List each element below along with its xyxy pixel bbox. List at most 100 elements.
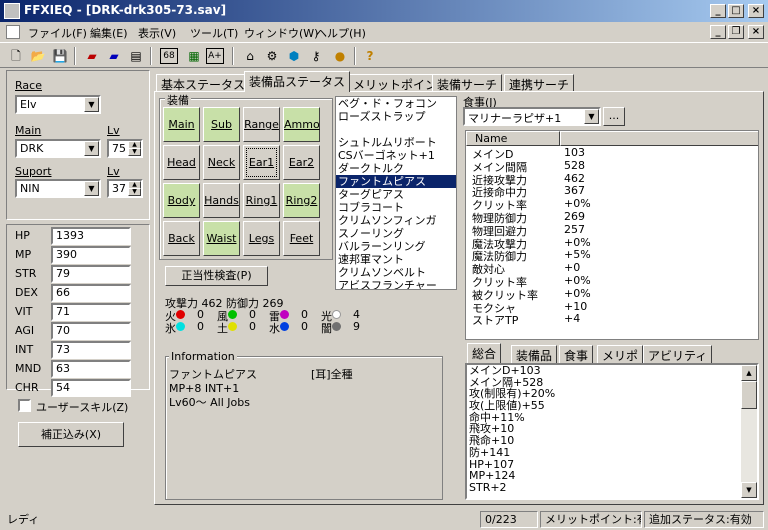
summary-text-area[interactable]: メインD+103 メイン隔+528 攻(制限有)+20% 攻(上限値)+55 命中+11… xyxy=(465,363,759,500)
calc-68-icon[interactable]: 68 xyxy=(160,48,178,64)
equipment-list-item[interactable]: ターグピアス xyxy=(336,188,456,201)
slot-ear2-button[interactable]: Ear2 xyxy=(283,145,320,180)
equipment-list-item[interactable]: クリムソンベルト xyxy=(336,266,456,279)
main-job-select[interactable]: DRK ▼ xyxy=(15,139,101,158)
mdi-minimize-button[interactable]: _ xyxy=(710,25,726,39)
new-file-icon[interactable]: 🗋 xyxy=(6,46,26,66)
chevron-down-icon[interactable]: ▼ xyxy=(84,141,99,156)
slot-ammo-button[interactable]: Ammo xyxy=(283,107,320,142)
equipment-list-item[interactable]: アビスフランチャー xyxy=(336,279,456,289)
slot-ear1-button[interactable]: Ear1 xyxy=(243,145,280,180)
mdi-restore-button[interactable]: ❐ xyxy=(728,25,744,39)
document-check-icon[interactable]: ▤ xyxy=(126,46,146,66)
chevron-down-icon[interactable]: ▼ xyxy=(584,109,599,124)
chevron-down-icon[interactable]: ▼ xyxy=(84,181,99,196)
document-icon[interactable] xyxy=(6,25,20,39)
question-icon[interactable]: ? xyxy=(360,46,380,66)
menu-view[interactable]: 表示(V) xyxy=(138,25,176,41)
equipment-list-item[interactable]: シュトルムリボート xyxy=(336,136,456,149)
tab-summary-equipment[interactable]: 装備品 xyxy=(511,345,558,363)
status-list-view[interactable]: Name メインD 103 メイン間隔 528 近接攻撃力 462 近接命中力 367 クリット… xyxy=(465,130,759,340)
equipment-list-item[interactable] xyxy=(336,123,456,136)
slot-legs-button[interactable]: Legs xyxy=(243,221,280,256)
slot-ring1-button[interactable]: Ring1 xyxy=(243,183,280,218)
main-lv-value: 75 xyxy=(112,142,126,155)
key-icon[interactable]: ⚷ xyxy=(306,46,326,66)
summary-scrollbar[interactable]: ▲ ▼ xyxy=(741,365,757,498)
grid-icon[interactable]: ▦ xyxy=(184,46,204,66)
equipment-list-item[interactable]: クリムソンフィンガ xyxy=(336,214,456,227)
tab-summary-merit[interactable]: メリポ xyxy=(597,345,644,363)
toolbar-separator xyxy=(354,47,356,65)
main-lv-spinner[interactable]: 75 ▲ ▼ xyxy=(107,139,143,158)
slot-body-button[interactable]: Body xyxy=(163,183,200,218)
scroll-thumb[interactable] xyxy=(741,381,757,409)
tab-summary-food[interactable]: 食事 xyxy=(559,345,594,363)
save-icon[interactable]: 💾 xyxy=(50,46,70,66)
gear-icon[interactable]: ⚙ xyxy=(262,46,282,66)
coin-icon[interactable]: ● xyxy=(330,46,350,66)
slot-feet-button[interactable]: Feet xyxy=(283,221,320,256)
menu-tools[interactable]: ツール(T) xyxy=(190,25,238,41)
food-browse-button[interactable]: ... xyxy=(603,107,625,126)
user-skill-checkbox[interactable] xyxy=(18,399,31,412)
sub-lv-spinner[interactable]: 37 ▲ ▼ xyxy=(107,179,143,198)
slot-back-button[interactable]: Back xyxy=(163,221,200,256)
info-item-name: ファントムピアス xyxy=(169,368,257,381)
book-red-icon[interactable]: ▰ xyxy=(82,46,102,66)
column-header-value[interactable] xyxy=(560,131,758,146)
spin-down-icon[interactable]: ▼ xyxy=(128,148,141,156)
status-row-value: +5% xyxy=(564,248,591,262)
scroll-up-icon[interactable]: ▲ xyxy=(741,365,757,381)
column-header-name[interactable]: Name xyxy=(466,131,560,146)
scroll-down-icon[interactable]: ▼ xyxy=(741,482,757,498)
equipment-list-item[interactable]: 速邦軍マント xyxy=(336,253,456,266)
slot-range-button[interactable]: Range xyxy=(243,107,280,142)
tab-summary[interactable]: 総合 xyxy=(467,343,502,363)
equipment-list-item[interactable]: コブラコート xyxy=(336,201,456,214)
race-select[interactable]: Elv ▼ xyxy=(15,95,101,114)
menu-file[interactable]: ファイル(F) xyxy=(28,25,87,41)
equipment-list-item[interactable]: CSバーゴネット+1 xyxy=(336,149,456,162)
cube-icon[interactable]: ⬢ xyxy=(284,46,304,66)
equipment-list[interactable]: ベグ・ド・フォコン ローズストラップ シュトルムリボート CSバーゴネット+1 ダークト… xyxy=(335,96,457,290)
stat-label: AGI xyxy=(15,324,35,337)
toolbar-separator xyxy=(74,47,76,65)
app-icon[interactable] xyxy=(4,3,20,19)
apply-corrections-button[interactable]: 補正込み(X) xyxy=(18,422,124,447)
text-a-plus-icon[interactable]: A+ xyxy=(206,48,224,64)
mdi-close-button[interactable]: × xyxy=(748,25,764,39)
equipment-list-item[interactable]: ローズストラップ xyxy=(336,110,456,123)
slot-head-button[interactable]: Head xyxy=(163,145,200,180)
food-select[interactable]: マリナーラピザ+1 ▼ xyxy=(463,107,601,126)
slot-hands-button[interactable]: Hands xyxy=(203,183,240,218)
tab-summary-ability[interactable]: アビリティ xyxy=(643,345,713,363)
support-job-select[interactable]: NIN ▼ xyxy=(15,179,101,198)
open-folder-icon[interactable]: 📂 xyxy=(28,46,48,66)
tab-basic-status[interactable]: 基本ステータス xyxy=(156,74,251,92)
chevron-down-icon[interactable]: ▼ xyxy=(84,97,99,112)
slot-waist-button[interactable]: Waist xyxy=(203,221,240,256)
slot-sub-button[interactable]: Sub xyxy=(203,107,240,142)
close-button[interactable]: × xyxy=(748,4,764,18)
equipment-list-item[interactable]: ファントムピアス xyxy=(336,175,456,188)
maximize-button[interactable]: □ xyxy=(728,4,744,18)
slot-main-button[interactable]: Main xyxy=(163,107,200,142)
book-blue-icon[interactable]: ▰ xyxy=(104,46,124,66)
tab-equipment-status[interactable]: 装備品ステータス xyxy=(244,71,351,92)
menu-help[interactable]: ヘルプ(H) xyxy=(316,25,366,41)
tab-skillchain-search[interactable]: 連携サーチ xyxy=(504,74,575,92)
menu-window[interactable]: ウィンドウ(W) xyxy=(244,25,318,41)
slot-neck-button[interactable]: Neck xyxy=(203,145,240,180)
house-icon[interactable]: ⌂ xyxy=(240,46,260,66)
equipment-list-item[interactable]: バルラーンリング xyxy=(336,240,456,253)
minimize-button[interactable]: _ xyxy=(710,4,726,18)
spin-down-icon[interactable]: ▼ xyxy=(128,188,141,196)
slot-ring2-button[interactable]: Ring2 xyxy=(283,183,320,218)
menu-edit[interactable]: 編集(E) xyxy=(90,25,128,41)
equipment-list-item[interactable]: ダークトルク xyxy=(336,162,456,175)
validate-button[interactable]: 正当性検査(P) xyxy=(165,266,268,286)
equipment-list-item[interactable]: ベグ・ド・フォコン xyxy=(336,97,456,110)
tab-equipment-search[interactable]: 装備サーチ xyxy=(432,74,503,92)
equipment-list-item[interactable]: スノーリング xyxy=(336,227,456,240)
